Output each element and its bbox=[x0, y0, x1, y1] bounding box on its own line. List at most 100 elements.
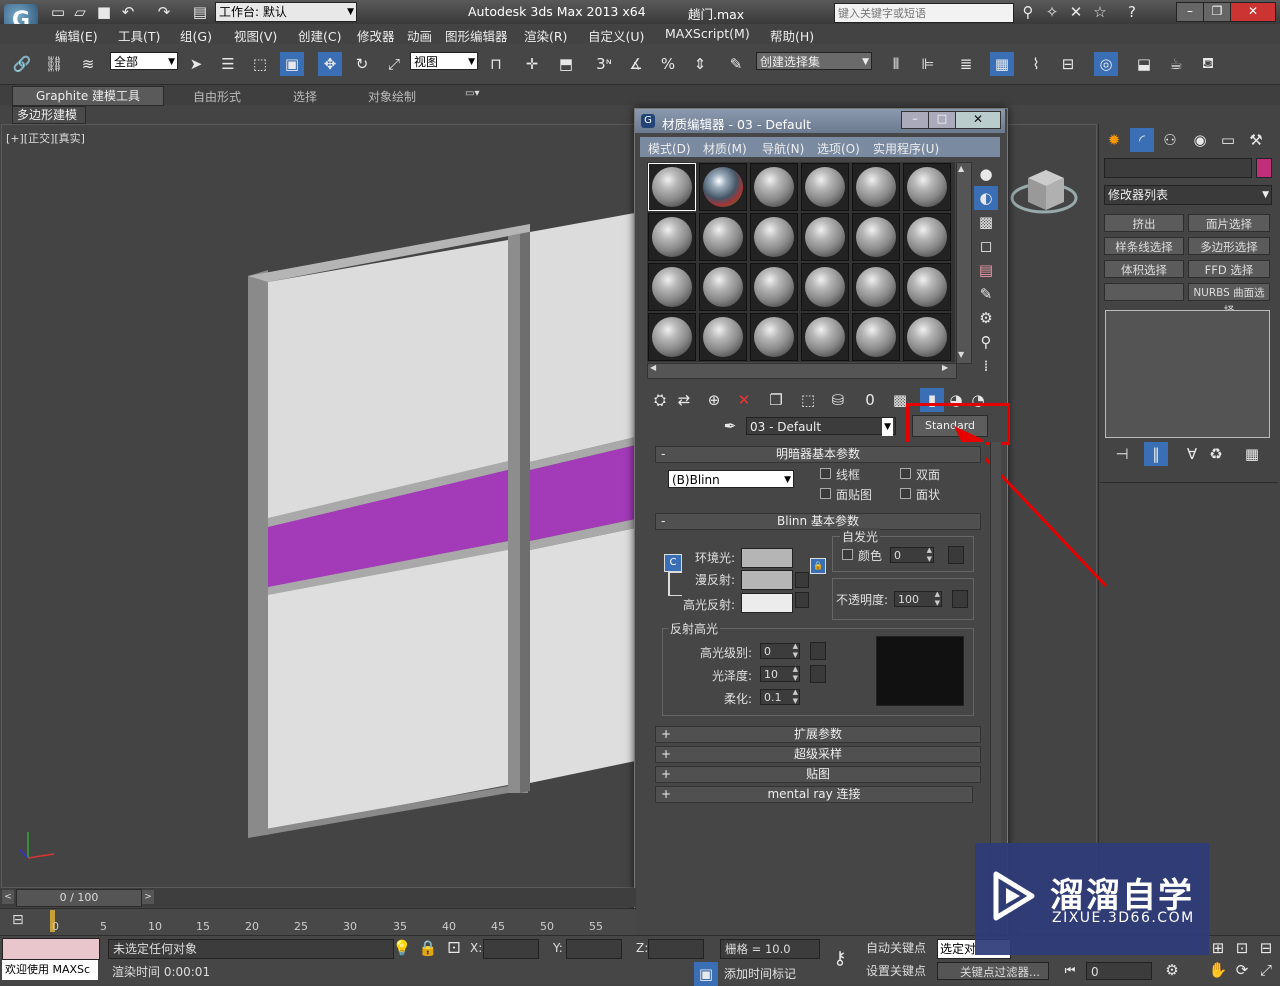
modifier-btn-empty[interactable] bbox=[1104, 283, 1184, 301]
self-illum-map-button[interactable] bbox=[948, 546, 964, 564]
assign-to-selection-icon[interactable]: ⊕ bbox=[702, 388, 726, 412]
ribbon-sub-label[interactable]: 多边形建模 bbox=[12, 106, 86, 124]
sample-slot-21[interactable] bbox=[750, 313, 798, 361]
select-manipulate-icon[interactable]: ✛ bbox=[520, 52, 544, 76]
object-name-field[interactable] bbox=[1104, 158, 1252, 178]
isolate-selection-icon[interactable]: 💡 bbox=[390, 936, 414, 960]
sample-slot-23[interactable] bbox=[852, 313, 900, 361]
pivot-icon[interactable]: ⊓ bbox=[484, 52, 508, 76]
show-end-result-icon[interactable]: ‖ bbox=[1144, 442, 1168, 466]
time-slider-next[interactable]: > bbox=[142, 890, 154, 904]
me-maximize-button[interactable]: □ bbox=[928, 111, 956, 129]
copy-material-icon[interactable]: ❐ bbox=[764, 388, 788, 412]
sample-slot-14[interactable] bbox=[699, 263, 747, 311]
modifier-stack-list[interactable] bbox=[1105, 310, 1270, 438]
shader-type-dropdown[interactable]: (B)Blinn ▼ bbox=[668, 470, 794, 488]
menu-views[interactable]: 视图(V) bbox=[234, 26, 277, 45]
menu-group[interactable]: 组(G) bbox=[180, 26, 212, 45]
modifier-btn-volume-select[interactable]: 体积选择 bbox=[1104, 260, 1184, 278]
slot-scroll-up-icon[interactable]: ▲ bbox=[958, 164, 964, 173]
percent-snap-icon[interactable]: % bbox=[656, 52, 680, 76]
track-bar-icon[interactable]: ⊟ bbox=[12, 912, 24, 928]
ref-coord-dropdown[interactable]: 视图 ▼ bbox=[410, 52, 478, 70]
rollout-mental-ray-header[interactable]: + mental ray 连接 bbox=[655, 786, 973, 803]
rollout-extended-header[interactable]: + 扩展参数 bbox=[655, 726, 981, 743]
menu-modifiers[interactable]: 修改器 bbox=[357, 26, 395, 45]
maximize-toggle-icon[interactable]: ⤢ bbox=[1254, 958, 1278, 982]
add-time-tag-label[interactable]: 添加时间标记 bbox=[724, 965, 796, 982]
modifier-btn-nurbs-select[interactable]: NURBS 曲面选择 bbox=[1188, 283, 1270, 317]
sample-slot-15[interactable] bbox=[750, 263, 798, 311]
scale-icon[interactable]: ⤢ bbox=[382, 52, 406, 76]
sample-slot-17[interactable] bbox=[852, 263, 900, 311]
y-coord-field[interactable] bbox=[566, 939, 622, 959]
background-icon[interactable]: ▩ bbox=[974, 210, 998, 234]
sample-slot-4[interactable] bbox=[801, 163, 849, 211]
diffuse-color-swatch[interactable] bbox=[741, 570, 793, 590]
key-filters-button[interactable]: 关键点过滤器... bbox=[937, 962, 1049, 980]
edit-named-selection-icon[interactable]: ✎ bbox=[724, 52, 748, 76]
material-editor-icon[interactable]: ◎ bbox=[1094, 52, 1118, 76]
me-close-button[interactable]: ✕ bbox=[955, 111, 1001, 129]
modifier-btn-poly-select[interactable]: 多边形选择 bbox=[1188, 237, 1270, 255]
binoculars-icon[interactable]: ⚲ bbox=[1016, 0, 1040, 24]
specular-map-button[interactable] bbox=[795, 592, 809, 608]
me-menu-material[interactable]: 材质(M) bbox=[703, 140, 747, 157]
snaps-toggle-icon[interactable]: 3ᶰ bbox=[592, 52, 616, 76]
reset-map-icon[interactable]: ✕ bbox=[732, 388, 756, 412]
faceted-checkbox[interactable] bbox=[900, 488, 911, 499]
menu-tools[interactable]: 工具(T) bbox=[118, 26, 160, 45]
slot-scroll-left-icon[interactable]: ◀ bbox=[650, 363, 656, 372]
move-icon[interactable]: ✥ bbox=[318, 52, 342, 76]
render-production-icon[interactable]: ⛾ bbox=[1196, 52, 1220, 76]
x-coord-field[interactable] bbox=[483, 939, 539, 959]
menu-edit[interactable]: 编辑(E) bbox=[55, 26, 98, 45]
maximize-viewport-icon[interactable]: ⊟ bbox=[1254, 936, 1278, 960]
sample-slot-12[interactable] bbox=[903, 213, 951, 261]
add-time-tag-icon[interactable]: ▣ bbox=[694, 962, 718, 986]
video-color-check-icon[interactable]: ▤ bbox=[974, 258, 998, 282]
menu-rendering[interactable]: 渲染(R) bbox=[524, 26, 567, 45]
sample-slot-10[interactable] bbox=[801, 213, 849, 261]
favorites-icon[interactable]: ☆ bbox=[1088, 0, 1112, 24]
bind-space-warp-icon[interactable]: ≋ bbox=[76, 52, 100, 76]
link-icon[interactable]: 🔗 bbox=[10, 52, 34, 76]
minimize-button[interactable]: – bbox=[1176, 2, 1204, 22]
modifier-btn-spline-select[interactable]: 样条线选择 bbox=[1104, 237, 1184, 255]
select-by-name-icon[interactable]: ☰ bbox=[216, 52, 240, 76]
make-unique-material-icon[interactable]: ⬚ bbox=[796, 388, 820, 412]
hierarchy-tab-icon[interactable]: ⚇ bbox=[1158, 128, 1182, 152]
rollout-blinn-basic-header[interactable]: - Blinn 基本参数 bbox=[655, 513, 981, 530]
modifier-btn-ffd-select[interactable]: FFD 选择 bbox=[1188, 260, 1270, 278]
menu-animation[interactable]: 动画 bbox=[407, 26, 432, 45]
slot-scroll-down-icon[interactable]: ▼ bbox=[958, 350, 964, 359]
maxscript-welcome[interactable]: 欢迎使用 MAXSc bbox=[2, 960, 98, 980]
graphite-toggle-icon[interactable]: ▦ bbox=[990, 52, 1014, 76]
two-sided-checkbox[interactable] bbox=[900, 468, 911, 479]
select-object-icon[interactable]: ➤ bbox=[184, 52, 208, 76]
slot-scrollbar-horizontal[interactable] bbox=[647, 363, 957, 379]
soften-spinner[interactable]: 0.1 ▲ ▼ bbox=[760, 688, 800, 705]
material-map-navigator-icon[interactable]: ⁞ bbox=[974, 354, 998, 378]
sample-slot-18[interactable] bbox=[903, 263, 951, 311]
rect-selection-icon[interactable]: ⬚ bbox=[248, 52, 272, 76]
uv-tiling-icon[interactable]: ◻ bbox=[974, 234, 998, 258]
spec-level-map-button[interactable] bbox=[810, 642, 826, 660]
auto-key-button[interactable]: 自动关键点 bbox=[866, 939, 932, 957]
mirror-icon[interactable]: ⫴ bbox=[884, 52, 908, 76]
subscription-icon[interactable]: ✧ bbox=[1040, 0, 1064, 24]
rollout-maps-header[interactable]: + 贴图 bbox=[655, 766, 981, 783]
create-tab-icon[interactable]: ✹ bbox=[1102, 128, 1126, 152]
remove-modifier-icon[interactable]: ♻ bbox=[1204, 442, 1228, 466]
select-by-material-icon[interactable]: ⚲ bbox=[974, 330, 998, 354]
keyboard-shortcut-icon[interactable]: ⬒ bbox=[554, 52, 578, 76]
opacity-map-button[interactable] bbox=[952, 590, 968, 608]
opacity-spinner[interactable]: 100 ▲ ▼ bbox=[894, 590, 942, 607]
absolute-mode-icon[interactable]: ⚀ bbox=[442, 936, 466, 960]
put-to-library-icon[interactable]: ⛁ bbox=[826, 388, 850, 412]
make-unique-icon[interactable]: ∀ bbox=[1180, 442, 1204, 466]
menu-help[interactable]: 帮助(H) bbox=[770, 26, 814, 45]
sample-slot-2[interactable] bbox=[699, 163, 747, 211]
undo-icon[interactable]: ↶ bbox=[116, 0, 140, 24]
sample-slot-22[interactable] bbox=[801, 313, 849, 361]
